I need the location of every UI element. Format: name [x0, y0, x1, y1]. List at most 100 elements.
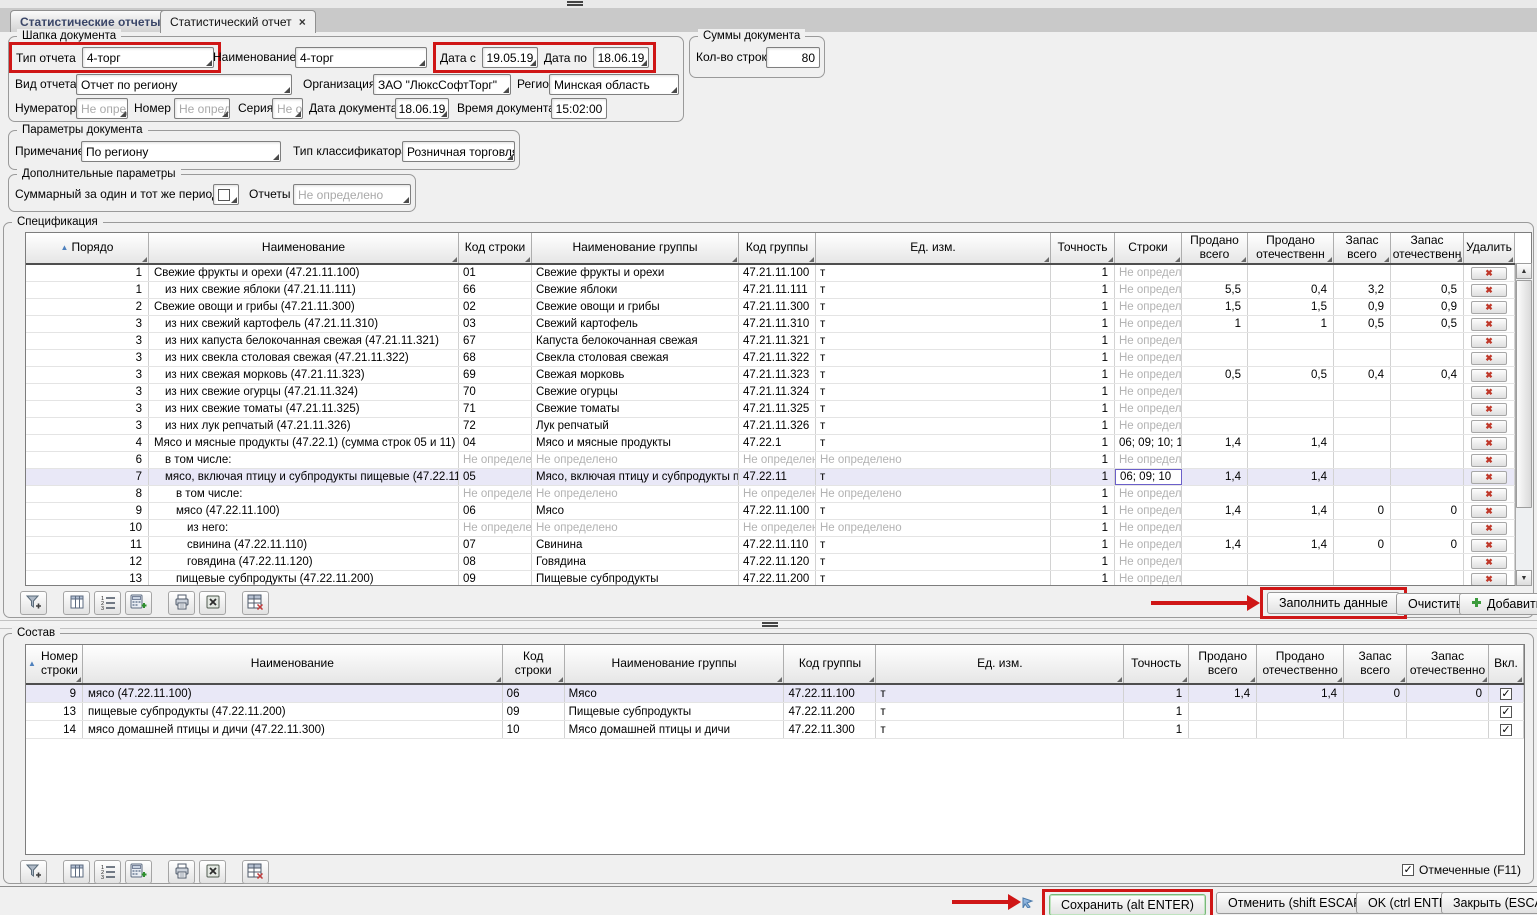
calculator-add-button[interactable]: [125, 591, 152, 615]
cell-rows[interactable]: Не определе: [1115, 418, 1182, 434]
table-row[interactable]: 3из них свежие томаты (47.21.11.325)71Св…: [26, 401, 1531, 418]
cell-rows[interactable]: Не определе: [1115, 486, 1182, 502]
cell-group_code[interactable]: 47.22.11: [739, 469, 816, 485]
cell-group_name[interactable]: Капуста белокочанная свежая: [532, 333, 739, 349]
cell-name[interactable]: из него:: [149, 520, 459, 536]
cell-group_code[interactable]: 47.22.11.200: [784, 703, 876, 720]
cell-row_code[interactable]: 68: [459, 350, 532, 366]
cell-name[interactable]: из них лук репчатый (47.21.11.326): [149, 418, 459, 434]
cell-group_code[interactable]: 47.22.11.300: [784, 721, 876, 738]
series-field[interactable]: Не о: [272, 98, 303, 119]
cell-sold_total[interactable]: [1182, 350, 1248, 366]
table-delete-button[interactable]: [242, 591, 269, 615]
cell-order[interactable]: 3: [26, 384, 149, 400]
cell-del[interactable]: ✖: [1464, 384, 1515, 400]
column-header-sold_total[interactable]: Продано всего: [1189, 645, 1257, 683]
report-type-field[interactable]: 4-торг: [82, 47, 214, 68]
scroll-down-button[interactable]: ▼: [1516, 570, 1532, 586]
cell-name[interactable]: из них капуста белокочанная свежая (47.2…: [149, 333, 459, 349]
cell-row_code[interactable]: 06: [503, 685, 565, 702]
table-row[interactable]: 7мясо, включая птицу и субпродукты пищев…: [26, 469, 1531, 486]
cell-del[interactable]: ✖: [1464, 486, 1515, 502]
cell-sold_dom[interactable]: [1248, 452, 1334, 468]
cell-group_code[interactable]: 47.22.11.120: [739, 554, 816, 570]
cell-sold_total[interactable]: [1182, 452, 1248, 468]
column-header-group_name[interactable]: Наименование группы: [565, 645, 785, 683]
cell-stock_total[interactable]: [1334, 384, 1391, 400]
cell-stock_dom[interactable]: 0: [1407, 685, 1489, 702]
cell-name[interactable]: в том числе:: [149, 452, 459, 468]
delete-row-button[interactable]: ✖: [1471, 369, 1507, 382]
cell-sold_dom[interactable]: [1248, 333, 1334, 349]
cell-group_code[interactable]: 47.21.11.322: [739, 350, 816, 366]
cell-sold_dom[interactable]: [1257, 703, 1344, 720]
cell-del[interactable]: ✖: [1464, 435, 1515, 451]
cell-stock_total[interactable]: [1334, 401, 1391, 417]
cell-sold_total[interactable]: 1,4: [1182, 435, 1248, 451]
include-checkbox[interactable]: ✓: [1500, 706, 1512, 718]
cell-group_code[interactable]: 47.21.11.100: [739, 265, 816, 281]
cell-stock_dom[interactable]: 0,5: [1391, 282, 1464, 298]
cell-unit[interactable]: т: [816, 554, 1051, 570]
cell-row_code[interactable]: 70: [459, 384, 532, 400]
cell-rows[interactable]: Не определе: [1115, 571, 1182, 586]
cell-order[interactable]: 1: [26, 265, 149, 281]
cell-precision[interactable]: 1: [1051, 520, 1115, 536]
cell-sold_dom[interactable]: 1,4: [1248, 503, 1334, 519]
cell-group_name[interactable]: Мясо, включая птицу и субпродукты пи: [532, 469, 739, 485]
cell-stock_dom[interactable]: [1391, 333, 1464, 349]
cell-unit[interactable]: т: [816, 299, 1051, 315]
table-row[interactable]: 11свинина (47.22.11.110)07Свинина47.22.1…: [26, 537, 1531, 554]
cell-rows[interactable]: 06; 09; 10: [1115, 469, 1182, 485]
cell-row_code[interactable]: 72: [459, 418, 532, 434]
cell-stock_total[interactable]: 0: [1334, 537, 1391, 553]
cell-unit[interactable]: т: [816, 316, 1051, 332]
delete-row-button[interactable]: ✖: [1471, 522, 1507, 535]
cell-sold_dom[interactable]: [1257, 721, 1344, 738]
cell-sold_total[interactable]: 1,4: [1182, 469, 1248, 485]
cell-precision[interactable]: 1: [1124, 721, 1189, 738]
table-row[interactable]: 10из него:Не определеНе определеноНе опр…: [26, 520, 1531, 537]
table-row[interactable]: 8в том числе:Не определеНе определеноНе …: [26, 486, 1531, 503]
cell-stock_total[interactable]: [1334, 520, 1391, 536]
cell-order[interactable]: 3: [26, 367, 149, 383]
cell-stock_total[interactable]: [1334, 333, 1391, 349]
cell-stock_dom[interactable]: [1391, 452, 1464, 468]
column-header-name[interactable]: Наименование: [83, 645, 503, 683]
cell-del[interactable]: ✖: [1464, 401, 1515, 417]
cell-group_code[interactable]: 47.21.11.111: [739, 282, 816, 298]
calculator-add-button[interactable]: [125, 860, 152, 884]
cell-order[interactable]: 12: [26, 554, 149, 570]
table-row[interactable]: 6в том числе:Не определеНе определеноНе …: [26, 452, 1531, 469]
rows-count-field[interactable]: 80: [766, 47, 820, 68]
cell-unit[interactable]: Не определено: [816, 486, 1051, 502]
cell-group_code[interactable]: 47.22.11.100: [784, 685, 876, 702]
fill-data-button[interactable]: Заполнить данные: [1267, 592, 1400, 614]
column-header-stock_total[interactable]: Запас всего: [1334, 233, 1391, 263]
cell-sold_dom[interactable]: 1: [1248, 316, 1334, 332]
delete-row-button[interactable]: ✖: [1471, 267, 1507, 280]
cell-rows[interactable]: Не определе: [1115, 265, 1182, 281]
cell-precision[interactable]: 1: [1051, 486, 1115, 502]
cell-order[interactable]: 4: [26, 435, 149, 451]
excel-export-button[interactable]: [199, 591, 226, 615]
cell-group_name[interactable]: Мясо: [532, 503, 739, 519]
column-header-precision[interactable]: Точность: [1124, 645, 1189, 683]
classifier-field[interactable]: Розничная торговля: [402, 141, 515, 162]
cell-stock_dom[interactable]: [1407, 721, 1489, 738]
cell-unit[interactable]: т: [816, 384, 1051, 400]
column-header-group_code[interactable]: Код группы: [784, 645, 876, 683]
cell-precision[interactable]: 1: [1051, 367, 1115, 383]
cell-group_code[interactable]: 47.21.11.323: [739, 367, 816, 383]
cell-unit[interactable]: т: [816, 350, 1051, 366]
cell-sold_dom[interactable]: [1248, 350, 1334, 366]
cell-stock_total[interactable]: [1334, 571, 1391, 586]
delete-row-button[interactable]: ✖: [1471, 488, 1507, 501]
cell-name[interactable]: Свежие фрукты и орехи (47.21.11.100): [149, 265, 459, 281]
cell-group_code[interactable]: 47.21.11.325: [739, 401, 816, 417]
column-settings-button[interactable]: [63, 860, 90, 884]
close-tab-icon[interactable]: ×: [299, 16, 306, 28]
cell-row_code[interactable]: Не определе: [459, 452, 532, 468]
cell-row_code[interactable]: 08: [459, 554, 532, 570]
cell-name[interactable]: мясо домашней птицы и дичи (47.22.11.300…: [83, 721, 503, 738]
